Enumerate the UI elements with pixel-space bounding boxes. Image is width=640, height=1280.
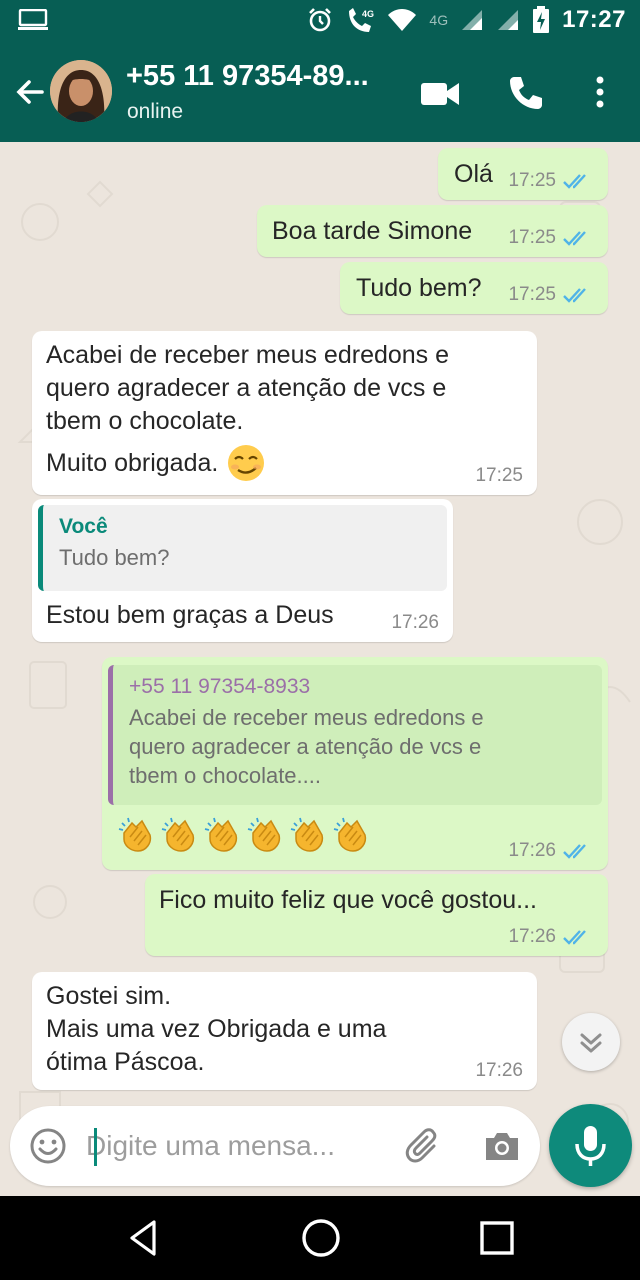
- smirking-face-emoji-icon: [228, 445, 265, 481]
- clapping-hands-emoji-icon: [204, 817, 238, 852]
- quoted-author: +55 11 97354-8933: [129, 675, 311, 698]
- quoted-line: quero agradecer a atenção de vcs e: [129, 734, 482, 759]
- read-receipt-icon: [563, 844, 586, 859]
- status-bar: 4G 4G 17:27: [0, 0, 640, 42]
- status-icons: 4G 4G 17:27: [307, 6, 626, 34]
- message-meta: 17:26: [475, 1060, 523, 1082]
- signal-icon: [462, 10, 483, 30]
- contact-status: online: [127, 100, 184, 123]
- read-receipt-icon: [563, 231, 586, 246]
- quoted-text: Tudo bem?: [59, 545, 170, 570]
- clapping-hands-emoji-icon: [290, 817, 324, 852]
- status-time: 17:27: [562, 6, 626, 33]
- nav-back-icon[interactable]: [122, 1216, 166, 1260]
- read-receipt-icon: [563, 930, 586, 945]
- message-line: tbem o chocolate.: [46, 407, 244, 435]
- nav-home-icon[interactable]: [298, 1215, 344, 1261]
- quoted-line: tbem o chocolate....: [129, 763, 321, 788]
- phone-call-icon[interactable]: [506, 73, 546, 113]
- message-text: Tudo bem?: [356, 274, 482, 302]
- network-label: 4G: [429, 12, 449, 28]
- message-line: Muito obrigada.: [46, 448, 219, 477]
- message-time: 17:26: [508, 840, 556, 861]
- message-time: 17:25: [508, 284, 556, 305]
- message-line: quero agradecer a atenção de vcs e: [46, 374, 447, 402]
- emoji-row: [116, 815, 371, 855]
- battery-charging-icon: [533, 6, 550, 33]
- screen-icon: [18, 9, 48, 30]
- message-meta: 17:25: [508, 227, 594, 249]
- message-bubble-outgoing[interactable]: Olá 17:25: [438, 148, 608, 200]
- message-time: 17:26: [391, 612, 439, 633]
- message-time: 17:25: [508, 227, 556, 248]
- svg-text:4G: 4G: [362, 9, 374, 19]
- message-time: 17:26: [475, 1060, 523, 1081]
- contact-name[interactable]: +55 11 97354-89...: [126, 60, 369, 93]
- message-bubble-outgoing[interactable]: Fico muito feliz que você gostou... 17:2…: [145, 874, 608, 956]
- message-line: ótima Páscoa.: [46, 1048, 205, 1076]
- clapping-hands-emoji-icon: [333, 817, 367, 852]
- camera-icon[interactable]: [482, 1126, 522, 1166]
- clapping-hands-emoji-icon: [247, 817, 281, 852]
- message-meta: 17:26: [508, 840, 594, 862]
- message-line: Mais uma vez Obrigada e uma: [46, 1015, 387, 1043]
- read-receipt-icon: [563, 174, 586, 189]
- message-text: Acabei de receber meus edredons e quero …: [46, 339, 449, 483]
- double-chevron-down-icon: [580, 1033, 602, 1053]
- quoted-author: Você: [59, 515, 108, 538]
- message-time: 17:25: [508, 170, 556, 191]
- message-line: Acabei de receber meus edredons e: [46, 341, 450, 369]
- attach-icon[interactable]: [404, 1126, 444, 1166]
- message-bubble-incoming[interactable]: Gostei sim. Mais uma vez Obrigada e uma …: [32, 972, 537, 1090]
- back-arrow-icon[interactable]: [12, 74, 48, 110]
- wifi-calling-icon: 4G: [349, 8, 374, 32]
- alarm-icon: [309, 8, 332, 32]
- more-options-icon[interactable]: [588, 72, 612, 112]
- message-time: 17:25: [475, 465, 523, 486]
- message-meta: 17:25: [508, 170, 594, 192]
- message-bubble-outgoing[interactable]: Tudo bem? 17:25: [340, 262, 608, 314]
- message-text: Boa tarde Simone: [272, 217, 473, 245]
- scroll-to-bottom-button[interactable]: [562, 1013, 620, 1071]
- message-text: Olá: [454, 160, 493, 188]
- voice-message-button[interactable]: [549, 1104, 632, 1187]
- quoted-line: Acabei de receber meus edredons e: [129, 705, 484, 730]
- chat-header: +55 11 97354-89... online: [0, 42, 640, 142]
- quoted-message[interactable]: +55 11 97354-8933 Acabei de receber meus…: [108, 665, 602, 805]
- message-composer: [10, 1106, 540, 1186]
- signal-icon-2: [498, 10, 519, 30]
- message-input[interactable]: [86, 1122, 386, 1170]
- message-text: Gostei sim. Mais uma vez Obrigada e uma …: [46, 980, 386, 1079]
- nav-recents-icon[interactable]: [476, 1217, 518, 1259]
- message-bubble-outgoing[interactable]: Boa tarde Simone 17:25: [257, 205, 608, 257]
- clapping-hands-emoji-icon: [118, 817, 152, 852]
- video-call-icon[interactable]: [419, 77, 461, 111]
- message-bubble-incoming[interactable]: Você Tudo bem? Estou bem graças a Deus 1…: [32, 499, 453, 642]
- message-meta: 17:25: [508, 284, 594, 306]
- message-text: Fico muito feliz que você gostou...: [159, 886, 537, 914]
- contact-avatar[interactable]: [50, 60, 112, 122]
- message-meta: 17:26: [391, 612, 439, 634]
- quoted-message[interactable]: Você Tudo bem?: [38, 505, 447, 591]
- wifi-icon: [388, 9, 417, 31]
- message-bubble-outgoing[interactable]: +55 11 97354-8933 Acabei de receber meus…: [102, 657, 608, 870]
- chat-area[interactable]: Olá 17:25 Boa tarde Simone 17:25 Tudo be…: [0, 142, 640, 1196]
- read-receipt-icon: [563, 288, 586, 303]
- message-time: 17:26: [508, 926, 556, 947]
- message-line: Gostei sim.: [46, 982, 172, 1010]
- emoji-icon[interactable]: [28, 1126, 68, 1166]
- text-cursor: [94, 1128, 97, 1166]
- navigation-bar: [0, 1196, 640, 1280]
- message-bubble-incoming[interactable]: Acabei de receber meus edredons e quero …: [32, 331, 537, 495]
- clapping-hands-emoji-icon: [161, 817, 195, 852]
- mic-icon: [575, 1126, 606, 1166]
- message-text: Estou bem graças a Deus: [46, 601, 334, 629]
- message-meta: 17:25: [475, 465, 523, 487]
- message-meta: 17:26: [508, 926, 594, 948]
